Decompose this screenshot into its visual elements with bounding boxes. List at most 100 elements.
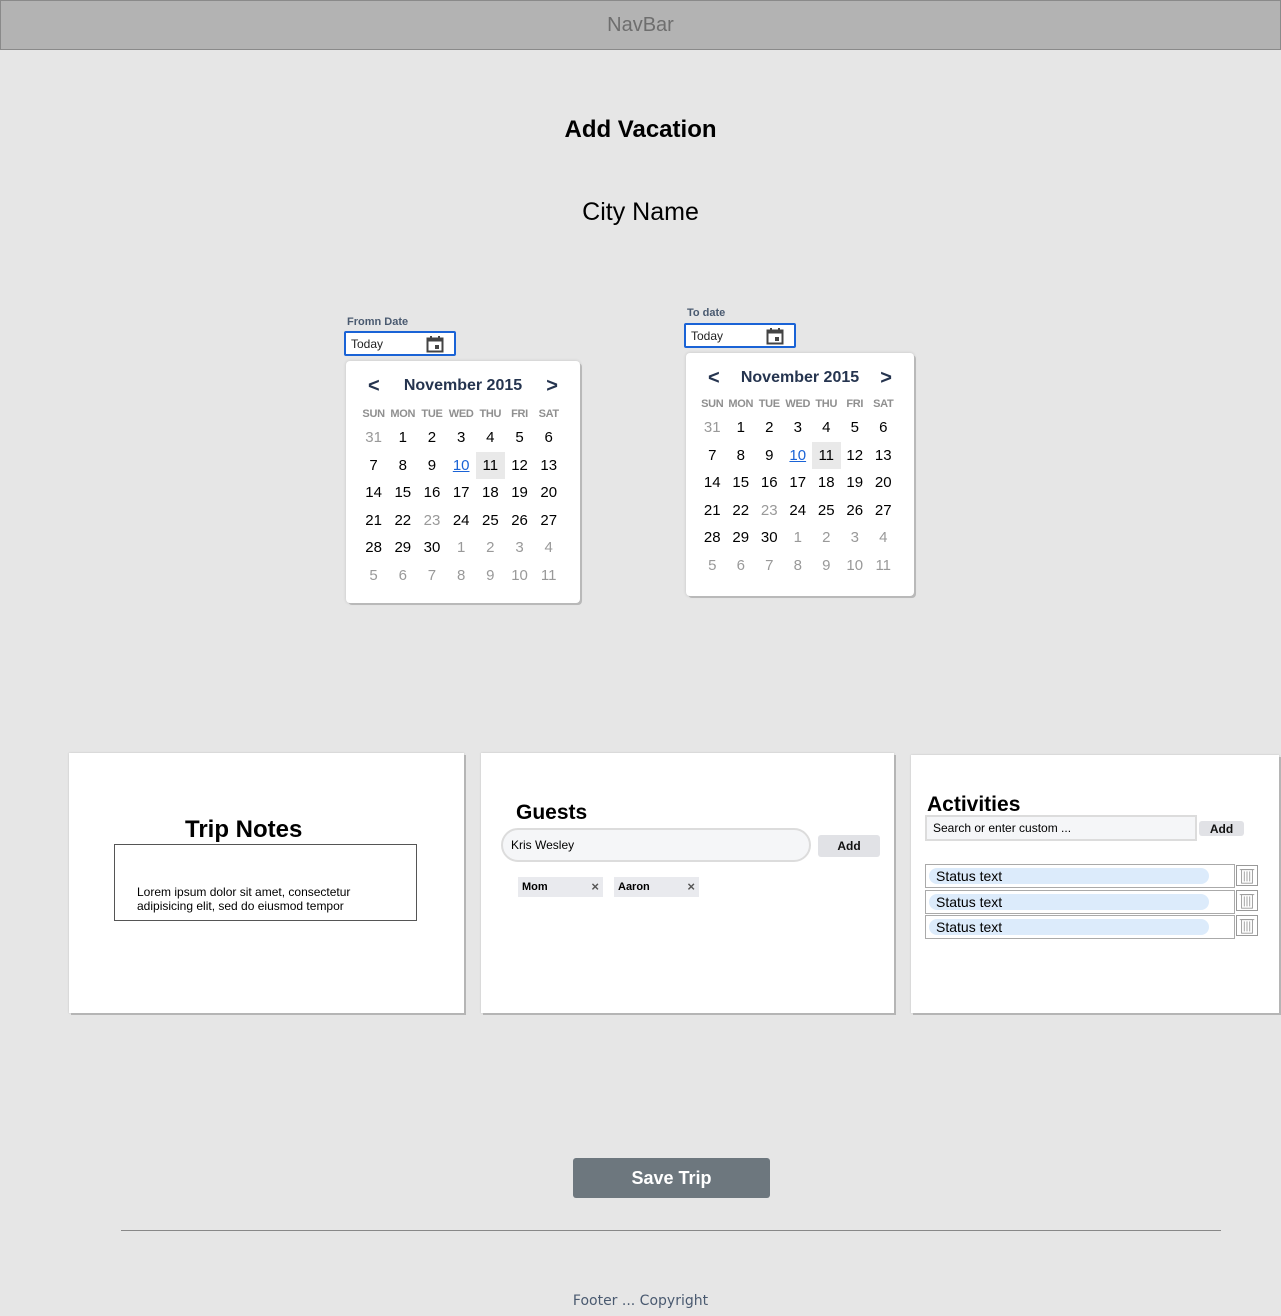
calendar-day[interactable]: 26 [505, 507, 534, 535]
calendar-day[interactable]: 7 [755, 552, 784, 580]
calendar-day[interactable]: 4 [812, 414, 841, 442]
calendar-day[interactable]: 1 [388, 424, 417, 452]
calendar-day[interactable]: 16 [755, 469, 784, 497]
trash-icon[interactable] [1236, 915, 1258, 936]
calendar-day[interactable]: 31 [359, 424, 388, 452]
prev-month-button[interactable]: < [368, 375, 380, 398]
calendar-day[interactable]: 1 [727, 414, 756, 442]
calendar-day[interactable]: 2 [417, 424, 446, 452]
calendar-day[interactable]: 28 [359, 534, 388, 562]
calendar-day[interactable]: 21 [359, 507, 388, 535]
calendar-day[interactable]: 8 [727, 442, 756, 470]
calendar-day[interactable]: 6 [727, 552, 756, 580]
calendar-day[interactable]: 3 [841, 524, 870, 552]
calendar-day[interactable]: 9 [812, 552, 841, 580]
calendar-day[interactable]: 24 [447, 507, 476, 535]
calendar-day[interactable]: 17 [447, 479, 476, 507]
calendar-day[interactable]: 4 [476, 424, 505, 452]
calendar-icon[interactable] [426, 336, 444, 353]
calendar-day[interactable]: 4 [869, 524, 898, 552]
calendar-day[interactable]: 24 [784, 497, 813, 525]
calendar-day[interactable]: 9 [476, 562, 505, 590]
calendar-day[interactable]: 11 [534, 562, 563, 590]
calendar-day[interactable]: 9 [755, 442, 784, 470]
add-activity-button[interactable]: Add [1199, 821, 1244, 836]
calendar-day[interactable]: 8 [388, 452, 417, 480]
calendar-day[interactable]: 8 [784, 552, 813, 580]
calendar-day[interactable]: 11 [869, 552, 898, 580]
calendar-day[interactable]: 3 [784, 414, 813, 442]
calendar-day[interactable]: 5 [841, 414, 870, 442]
next-month-button[interactable]: > [546, 375, 558, 398]
calendar-day[interactable]: 4 [534, 534, 563, 562]
calendar-day[interactable]: 7 [698, 442, 727, 470]
calendar-day[interactable]: 6 [534, 424, 563, 452]
calendar-day[interactable]: 21 [698, 497, 727, 525]
calendar-day[interactable]: 17 [784, 469, 813, 497]
trip-notes-textarea[interactable]: Lorem ipsum dolor sit amet, consectetur … [114, 844, 417, 921]
save-trip-button[interactable]: Save Trip [573, 1158, 770, 1198]
calendar-day[interactable]: 1 [447, 534, 476, 562]
calendar-day[interactable]: 10 [447, 452, 476, 480]
calendar-day[interactable]: 25 [812, 497, 841, 525]
calendar-day[interactable]: 23 [417, 507, 446, 535]
calendar-day[interactable]: 3 [447, 424, 476, 452]
calendar-day[interactable]: 1 [784, 524, 813, 552]
calendar-icon[interactable] [766, 328, 784, 345]
from-date-input[interactable]: Today [344, 331, 456, 356]
calendar-day[interactable]: 15 [727, 469, 756, 497]
remove-chip-icon[interactable]: × [591, 879, 599, 894]
calendar-day[interactable]: 29 [727, 524, 756, 552]
trash-icon[interactable] [1236, 890, 1258, 911]
calendar-day[interactable]: 2 [812, 524, 841, 552]
calendar-day[interactable]: 30 [417, 534, 446, 562]
calendar-day[interactable]: 7 [359, 452, 388, 480]
calendar-day[interactable]: 6 [869, 414, 898, 442]
calendar-day[interactable]: 30 [755, 524, 784, 552]
calendar-day[interactable]: 2 [476, 534, 505, 562]
calendar-day[interactable]: 5 [359, 562, 388, 590]
calendar-day[interactable]: 5 [505, 424, 534, 452]
calendar-day[interactable]: 14 [698, 469, 727, 497]
calendar-day[interactable]: 12 [505, 452, 534, 480]
remove-chip-icon[interactable]: × [687, 879, 695, 894]
calendar-day[interactable]: 13 [869, 442, 898, 470]
calendar-day[interactable]: 23 [755, 497, 784, 525]
calendar-day[interactable]: 31 [698, 414, 727, 442]
calendar-day[interactable]: 20 [869, 469, 898, 497]
calendar-day[interactable]: 18 [812, 469, 841, 497]
calendar-day[interactable]: 2 [755, 414, 784, 442]
calendar-day[interactable]: 8 [447, 562, 476, 590]
calendar-day[interactable]: 15 [388, 479, 417, 507]
calendar-day[interactable]: 10 [784, 442, 813, 470]
calendar-day[interactable]: 27 [534, 507, 563, 535]
guest-input[interactable]: Kris Wesley [501, 828, 811, 862]
calendar-day[interactable]: 11 [812, 441, 841, 470]
calendar-day[interactable]: 16 [417, 479, 446, 507]
trash-icon[interactable] [1236, 865, 1258, 886]
calendar-day[interactable]: 22 [388, 507, 417, 535]
calendar-day[interactable]: 20 [534, 479, 563, 507]
calendar-day[interactable]: 26 [841, 497, 870, 525]
calendar-day[interactable]: 18 [476, 479, 505, 507]
activity-search-input[interactable]: Search or enter custom ... [925, 815, 1197, 841]
calendar-day[interactable]: 28 [698, 524, 727, 552]
prev-month-button[interactable]: < [708, 367, 720, 390]
calendar-day[interactable]: 10 [505, 562, 534, 590]
to-date-input[interactable]: Today [684, 323, 796, 348]
calendar-day[interactable]: 12 [841, 442, 870, 470]
calendar-day[interactable]: 25 [476, 507, 505, 535]
calendar-day[interactable]: 27 [869, 497, 898, 525]
calendar-day[interactable]: 19 [841, 469, 870, 497]
add-guest-button[interactable]: Add [818, 835, 880, 857]
calendar-day[interactable]: 22 [727, 497, 756, 525]
calendar-day[interactable]: 10 [841, 552, 870, 580]
calendar-day[interactable]: 29 [388, 534, 417, 562]
calendar-day[interactable]: 11 [475, 451, 505, 480]
next-month-button[interactable]: > [880, 367, 892, 390]
calendar-day[interactable]: 19 [505, 479, 534, 507]
calendar-day[interactable]: 3 [505, 534, 534, 562]
calendar-day[interactable]: 13 [534, 452, 563, 480]
calendar-day[interactable]: 14 [359, 479, 388, 507]
calendar-day[interactable]: 6 [388, 562, 417, 590]
